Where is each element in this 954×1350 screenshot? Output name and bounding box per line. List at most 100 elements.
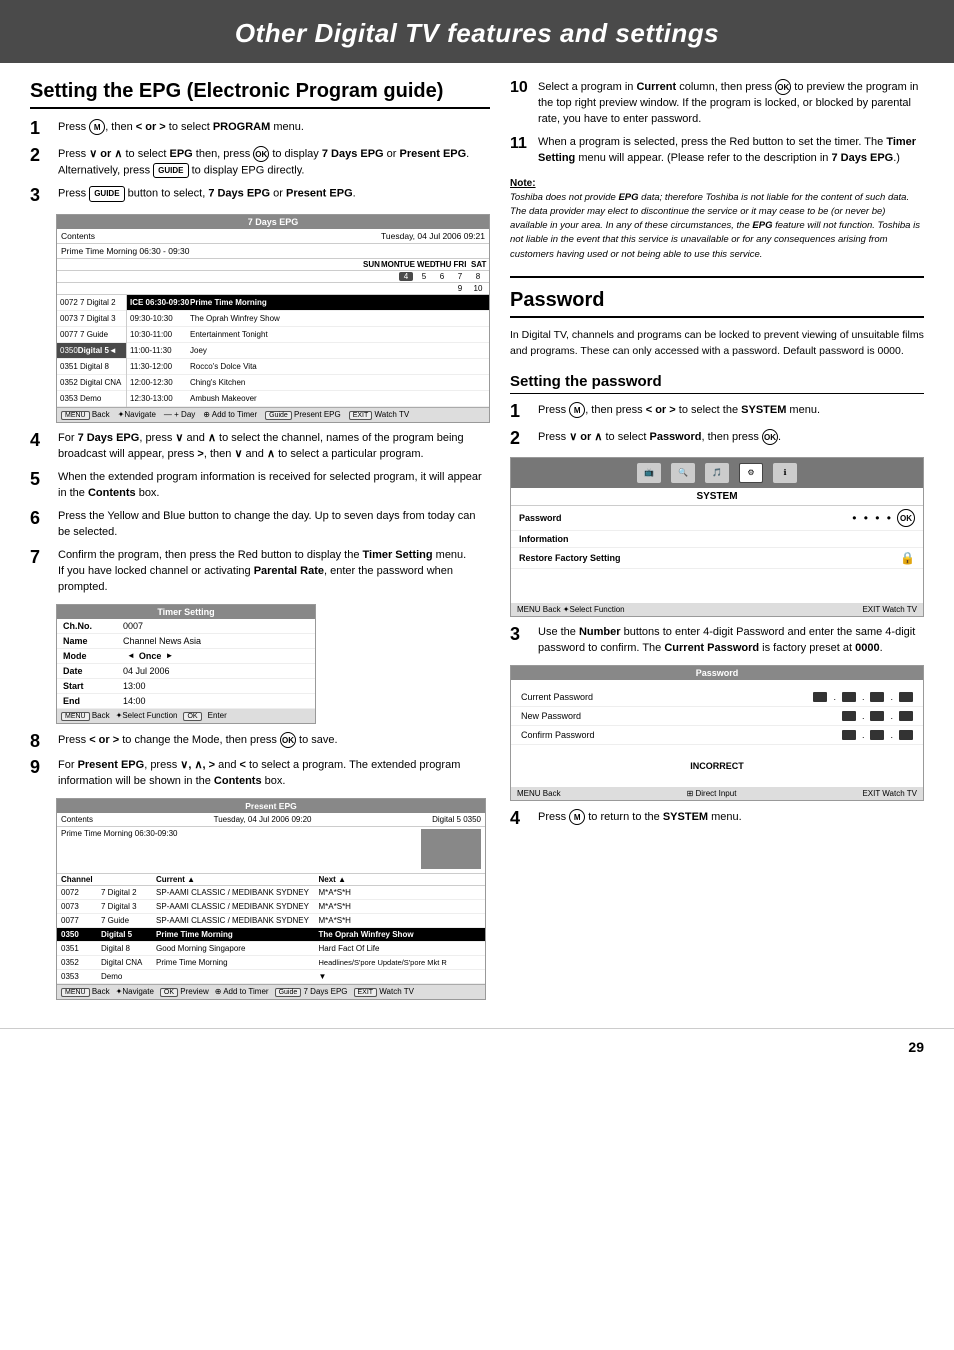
step-2-text: Press ∨ or ∧ to select EPG then, press O… <box>58 146 490 179</box>
pw-new-dot-2 <box>870 711 884 721</box>
epg-day-sat: SAT <box>471 260 485 269</box>
pw-conf-sep-1: . <box>862 730 865 740</box>
pw-separator-1: . <box>833 692 836 702</box>
note-label: Note: <box>510 178 536 189</box>
pw-dot-3 <box>870 692 884 702</box>
epg-program-row: Prime Time Morning 06:30 - 09:30 <box>57 244 489 259</box>
pepg-program: Prime Time Morning 06:30-09:30 <box>57 827 485 874</box>
pw-step-1: 1 Press M, then press < or > to select t… <box>510 402 924 422</box>
pepg-table: Present EPG Contents Tuesday, 04 Jul 200… <box>56 798 486 1000</box>
note-box: Note: Toshiba does not provide EPG data;… <box>510 177 924 262</box>
step-num-10: 10 <box>510 79 532 97</box>
ds-row-restore: Restore Factory Setting 🔒 <box>511 548 923 569</box>
pepg-date: Tuesday, 04 Jul 2006 09:20 <box>214 815 312 824</box>
pw-title: Password <box>511 666 923 680</box>
step-5: 5 When the extended program information … <box>30 470 490 502</box>
pw-incorrect-label: INCORRECT <box>511 755 923 777</box>
ds-icon-audio: 🎵 <box>705 463 729 483</box>
pw-new-sep-1: . <box>862 711 865 721</box>
step-num-4: 4 <box>30 431 52 451</box>
pw-step-num-3: 3 <box>510 625 532 645</box>
epg-num-10: 10 <box>471 284 485 293</box>
pw-new-sep-2: . <box>890 711 893 721</box>
step-num-7: 7 <box>30 548 52 568</box>
ds-icon-tv: 📺 <box>637 463 661 483</box>
pepg-ch-header: Channel Current ▲ Next ▲ <box>57 874 485 886</box>
epg-contents-label: Contents <box>61 231 95 241</box>
step-7-text: Confirm the program, then press the Red … <box>58 548 490 596</box>
pw-step-4-text: Press M to return to the SYSTEM menu. <box>538 809 924 826</box>
section-divider <box>510 276 924 278</box>
ds-footer-right: EXIT Watch TV <box>862 605 917 614</box>
epg-date-label: Tuesday, 04 Jul 2006 09:21 <box>381 231 485 241</box>
step-1: 1 Press M, then < or > to select PROGRAM… <box>30 119 490 139</box>
step-10: 10 Select a program in Current column, t… <box>510 79 924 128</box>
page-num-label: 29 <box>908 1039 924 1055</box>
ds-icon-search: 🔍 <box>671 463 695 483</box>
pepg-row-0073: 0073 7 Digital 3 SP-AAMI CLASSIC / MEDIB… <box>57 900 485 914</box>
step-6-text: Press the Yellow and Blue button to chan… <box>58 509 490 541</box>
pepg-digital-label: Digital 5 0350 <box>432 815 481 824</box>
pw-step-num-2: 2 <box>510 429 532 449</box>
epg-calendar-nums: 4 5 6 7 8 <box>57 271 489 283</box>
epg-section-title: Setting the EPG (Electronic Program guid… <box>30 79 490 109</box>
pw-step-2: 2 Press ∨ or ∧ to select Password, then … <box>510 429 924 449</box>
pw-row-current: Current Password . . . <box>511 688 923 707</box>
pw-dot-4 <box>899 692 913 702</box>
ds-info-label: Information <box>519 534 569 544</box>
pw-new-dots: . . <box>842 711 913 721</box>
epg-channel-list: 0072 7 Digital 2 0073 7 Digital 3 0077 7… <box>57 295 489 407</box>
pw-separator-2: . <box>862 692 865 702</box>
pw-footer-left: MENU Back <box>517 789 561 798</box>
epg-num-7: 7 <box>453 272 467 281</box>
ds-password-value: • • • • OK <box>852 509 915 527</box>
menu-icon-pw4: M <box>569 809 585 825</box>
pepg-row-0351: 0351 Digital 8 Good Morning Singapore Ha… <box>57 942 485 956</box>
pw-footer-right: EXIT Watch TV <box>862 789 917 798</box>
step-num-3: 3 <box>30 186 52 206</box>
epg-table-title: 7 Days EPG <box>57 215 489 229</box>
ds-row-password: Password • • • • OK <box>511 506 923 531</box>
pw-step-num-1: 1 <box>510 402 532 422</box>
epg-ch-0351: 0351 Digital 8 <box>57 359 126 375</box>
pw-current-dots: . . . <box>813 692 913 702</box>
epg-ch-0352: 0352 Digital CNA <box>57 375 126 391</box>
ok-icon-10: OK <box>775 79 791 95</box>
epg-num-6: 6 <box>435 272 449 281</box>
epg-day-sun: SUN <box>363 260 377 269</box>
menu-icon-pw: M <box>569 402 585 418</box>
ds-restore-label: Restore Factory Setting <box>519 553 621 563</box>
timer-row-start: Start 13:00 <box>57 679 315 694</box>
epg-ch-col: 0072 7 Digital 2 0073 7 Digital 3 0077 7… <box>57 295 127 407</box>
epg-prog-5: 12:00-12:30Ching's Kitchen <box>127 375 489 391</box>
pw-separator-3: . <box>890 692 893 702</box>
pepg-row-0352: 0352 Digital CNA Prime Time Morning Head… <box>57 956 485 970</box>
pw-step-3: 3 Use the Number buttons to enter 4-digi… <box>510 625 924 657</box>
epg-day-mon: MON <box>381 260 395 269</box>
ok-icon-8: OK <box>280 732 296 748</box>
epg-prog-4: 11:30-12:00Rocco's Dolce Vita <box>127 359 489 375</box>
pw-panel: Password Current Password . . . New Pass… <box>510 665 924 801</box>
pw-new-label: New Password <box>521 711 581 721</box>
note-text: Toshiba does not provide EPG data; there… <box>510 191 924 262</box>
pepg-thumbnail <box>421 829 481 869</box>
epg-day-fri: FRI <box>453 260 467 269</box>
pepg-row-0350: 0350 Digital 5 Prime Time Morning The Op… <box>57 928 485 942</box>
page-header: Other Digital TV features and settings <box>0 0 954 63</box>
pw-conf-dot-1 <box>842 730 856 740</box>
epg-extra-nums: 9 10 <box>57 283 489 295</box>
step-4-text: For 7 Days EPG, press ∨ and ∧ to select … <box>58 431 490 463</box>
pepg-program-label: Prime Time Morning 06:30-09:30 <box>61 829 178 838</box>
timer-row-end: End 14:00 <box>57 694 315 709</box>
right-column: 10 Select a program in Current column, t… <box>510 79 924 1008</box>
epg-footer-day: — + Day <box>164 410 195 420</box>
timer-row-date: Date 04 Jul 2006 <box>57 664 315 679</box>
pw-step-2-text: Press ∨ or ∧ to select Password, then pr… <box>538 429 924 446</box>
step-3-text: Press GUIDE button to select, 7 Days EPG… <box>58 186 490 203</box>
step-7: 7 Confirm the program, then press the Re… <box>30 548 490 596</box>
lock-icon: 🔒 <box>900 551 915 565</box>
epg-day-wed: WED <box>417 260 431 269</box>
epg-calendar-days: SUN MON TUE WED THU FRI SAT <box>57 259 489 271</box>
epg-header: Contents Tuesday, 04 Jul 2006 09:21 <box>57 229 489 244</box>
epg-prog-6: 12:30-13:00Ambush Makeover <box>127 391 489 407</box>
